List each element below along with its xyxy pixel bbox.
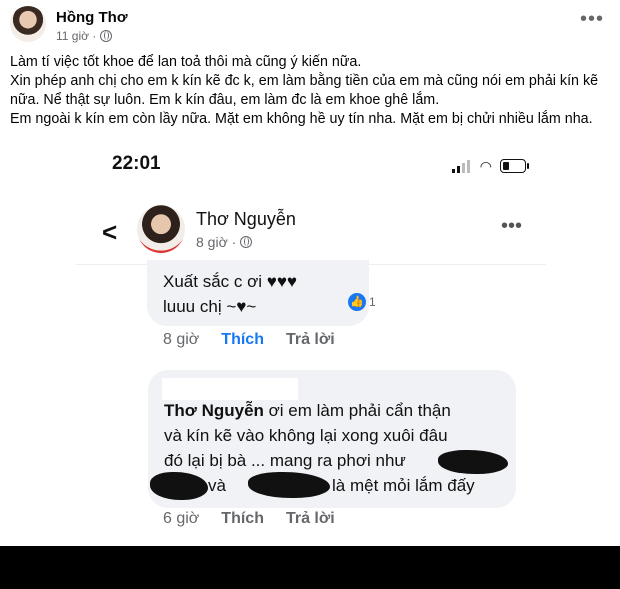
battery-icon bbox=[500, 159, 529, 173]
comment-line: Thơ Nguyễn ơi em làm phải cẩn thận bbox=[164, 401, 451, 421]
like-button[interactable]: Thích bbox=[221, 510, 264, 528]
globe-icon bbox=[100, 30, 113, 42]
back-icon[interactable]: < bbox=[102, 217, 117, 248]
caption-line: Xin phép anh chị cho em k kín kẽ đc k, e… bbox=[10, 73, 599, 89]
bottom-black-bar bbox=[0, 546, 620, 589]
caption-line: Em ngoài k kín em còn lầy nữa. Mặt em kh… bbox=[10, 111, 593, 127]
comment-line: và kín kẽ vào không lại xong xuôi đâu bbox=[164, 426, 448, 445]
comment-bubble: Xuất sắc c ơi ♥♥♥ luuu chị ~♥~ bbox=[147, 260, 369, 326]
reaction-count: 1 bbox=[369, 295, 376, 309]
caption-line: nữa. Nể thật sự luôn. Em k kín đâu, em l… bbox=[10, 92, 440, 108]
author-name[interactable]: Hồng Thơ bbox=[56, 9, 127, 26]
reply-button[interactable]: Trả lời bbox=[286, 510, 335, 528]
post-time[interactable]: 11 giờ · bbox=[56, 29, 96, 43]
signal-icon bbox=[451, 155, 472, 173]
wifi-icon: ◠ bbox=[479, 158, 492, 174]
comment-line: đó lại bị bà ... mang ra phơi như bbox=[164, 451, 406, 470]
comment-line: là mệt mỏi lắm đấy bbox=[332, 476, 475, 495]
like-reaction-icon: 👍 bbox=[348, 293, 366, 311]
status-clock: 22:01 bbox=[112, 153, 161, 174]
comment-text: ơi em làm phải cẩn thận bbox=[263, 401, 451, 420]
facebook-post: Hồng Thơ 11 giờ · ••• Làm tí việc tốt kh… bbox=[0, 0, 620, 589]
comment-actions: 8 giờ Thích Trả lời bbox=[163, 331, 335, 349]
profile-time: 8 giờ · bbox=[196, 234, 237, 250]
status-icons: ◠ bbox=[451, 155, 529, 174]
like-button[interactable]: Thích bbox=[221, 331, 264, 349]
profile-meta: 8 giờ · bbox=[196, 234, 253, 250]
comment-line: Xuất sắc c ơi ♥♥♥ bbox=[163, 272, 298, 291]
comment-bubble: Thơ Nguyễn ơi em làm phải cẩn thận và kí… bbox=[148, 370, 516, 508]
mention-link[interactable]: Thơ Nguyễn bbox=[164, 401, 264, 420]
globe-icon bbox=[240, 236, 253, 248]
redaction-scribble bbox=[248, 472, 330, 498]
comment-time: 6 giờ bbox=[163, 510, 200, 527]
post-caption: Làm tí việc tốt khoe để lan toả thôi mà … bbox=[10, 53, 610, 129]
profile-name[interactable]: Thơ Nguyễn bbox=[196, 209, 296, 230]
comment-actions: 6 giờ Thích Trả lời bbox=[163, 510, 335, 528]
more-icon[interactable]: ••• bbox=[501, 216, 522, 236]
redaction-scribble bbox=[438, 450, 508, 474]
author-avatar[interactable] bbox=[10, 6, 46, 42]
redaction-scribble bbox=[150, 472, 208, 500]
attached-screenshot[interactable]: 22:01 ◠ < Thơ Nguyễn 8 giờ · ••• Xuất sắ… bbox=[76, 133, 546, 547]
post-meta: 11 giờ · bbox=[56, 29, 113, 43]
caption-line: Làm tí việc tốt khoe để lan toả thôi mà … bbox=[10, 54, 362, 70]
comment-line: luuu chị ~♥~ bbox=[163, 297, 257, 316]
profile-avatar[interactable] bbox=[137, 205, 185, 253]
post-header: Hồng Thơ 11 giờ · ••• bbox=[10, 6, 610, 46]
more-icon[interactable]: ••• bbox=[580, 9, 604, 29]
reply-button[interactable]: Trả lời bbox=[286, 331, 335, 349]
comment-time: 8 giờ bbox=[163, 331, 200, 348]
reaction-summary[interactable]: 👍 1 bbox=[348, 293, 376, 311]
redaction-box bbox=[162, 378, 298, 400]
comment-line: và bbox=[208, 476, 226, 495]
